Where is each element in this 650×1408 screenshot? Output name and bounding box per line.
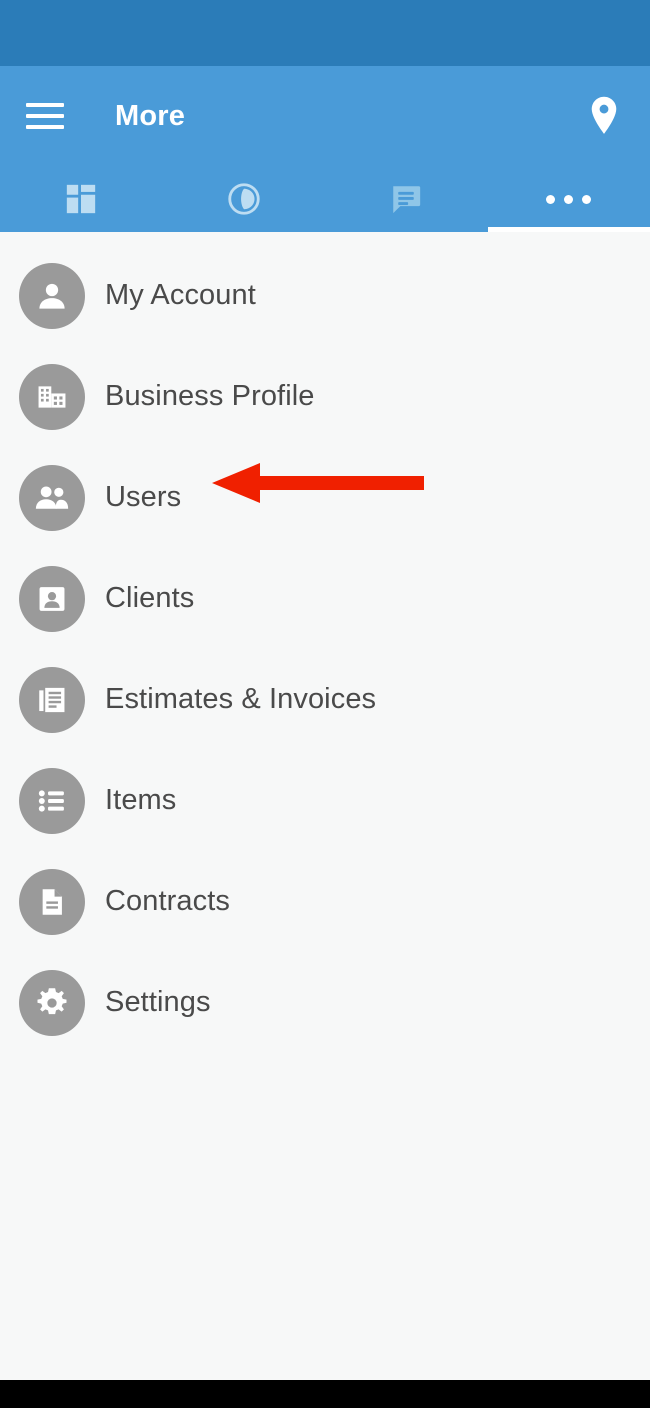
menu-item-clients[interactable]: Clients (0, 548, 650, 649)
menu-item-business-profile[interactable]: Business Profile (0, 346, 650, 447)
menu-item-label: Estimates & Invoices (105, 683, 377, 715)
menu-item-label: Business Profile (105, 380, 315, 412)
menu-item-settings[interactable]: Settings (0, 952, 650, 1053)
menu-item-label: Items (105, 784, 177, 816)
hamburger-line (26, 114, 64, 118)
document-file-icon (19, 868, 85, 935)
bulleted-list-icon (19, 767, 85, 834)
building-icon (19, 363, 85, 430)
people-group-icon (19, 464, 85, 531)
status-bar (0, 0, 650, 66)
menu-item-label: Contracts (105, 885, 230, 917)
tab-chat[interactable] (325, 166, 488, 232)
more-horizontal-icon (546, 194, 592, 204)
documents-icon (19, 666, 85, 733)
menu-item-items[interactable]: Items (0, 750, 650, 851)
menu-item-users[interactable]: Users (0, 447, 650, 548)
dot (564, 194, 574, 204)
location-pin-icon[interactable] (582, 94, 626, 138)
system-navigation-bar (0, 1380, 650, 1408)
contact-card-icon (19, 565, 85, 632)
tab-timer[interactable] (163, 166, 326, 232)
more-menu-list: My Account Business Profile Users Client… (0, 232, 650, 1328)
menu-item-label: Users (105, 481, 182, 513)
active-tab-indicator (487, 227, 650, 232)
dot (582, 194, 592, 204)
menu-item-estimates-invoices[interactable]: Estimates & Invoices (0, 649, 650, 750)
tab-dashboard[interactable] (0, 166, 163, 232)
gear-icon (19, 969, 85, 1036)
app-bar: More (0, 66, 650, 166)
menu-item-label: Clients (105, 582, 195, 614)
hamburger-menu-icon[interactable] (26, 103, 64, 129)
menu-item-label: My Account (105, 279, 256, 311)
page-title: More (115, 99, 186, 132)
tab-more[interactable] (488, 166, 650, 232)
person-icon (19, 262, 85, 329)
hamburger-line (26, 103, 64, 107)
menu-item-label: Settings (105, 986, 211, 1018)
tab-bar (0, 166, 650, 232)
hamburger-line (26, 125, 64, 129)
menu-item-my-account[interactable]: My Account (0, 245, 650, 346)
dot (546, 194, 556, 204)
menu-item-contracts[interactable]: Contracts (0, 851, 650, 952)
